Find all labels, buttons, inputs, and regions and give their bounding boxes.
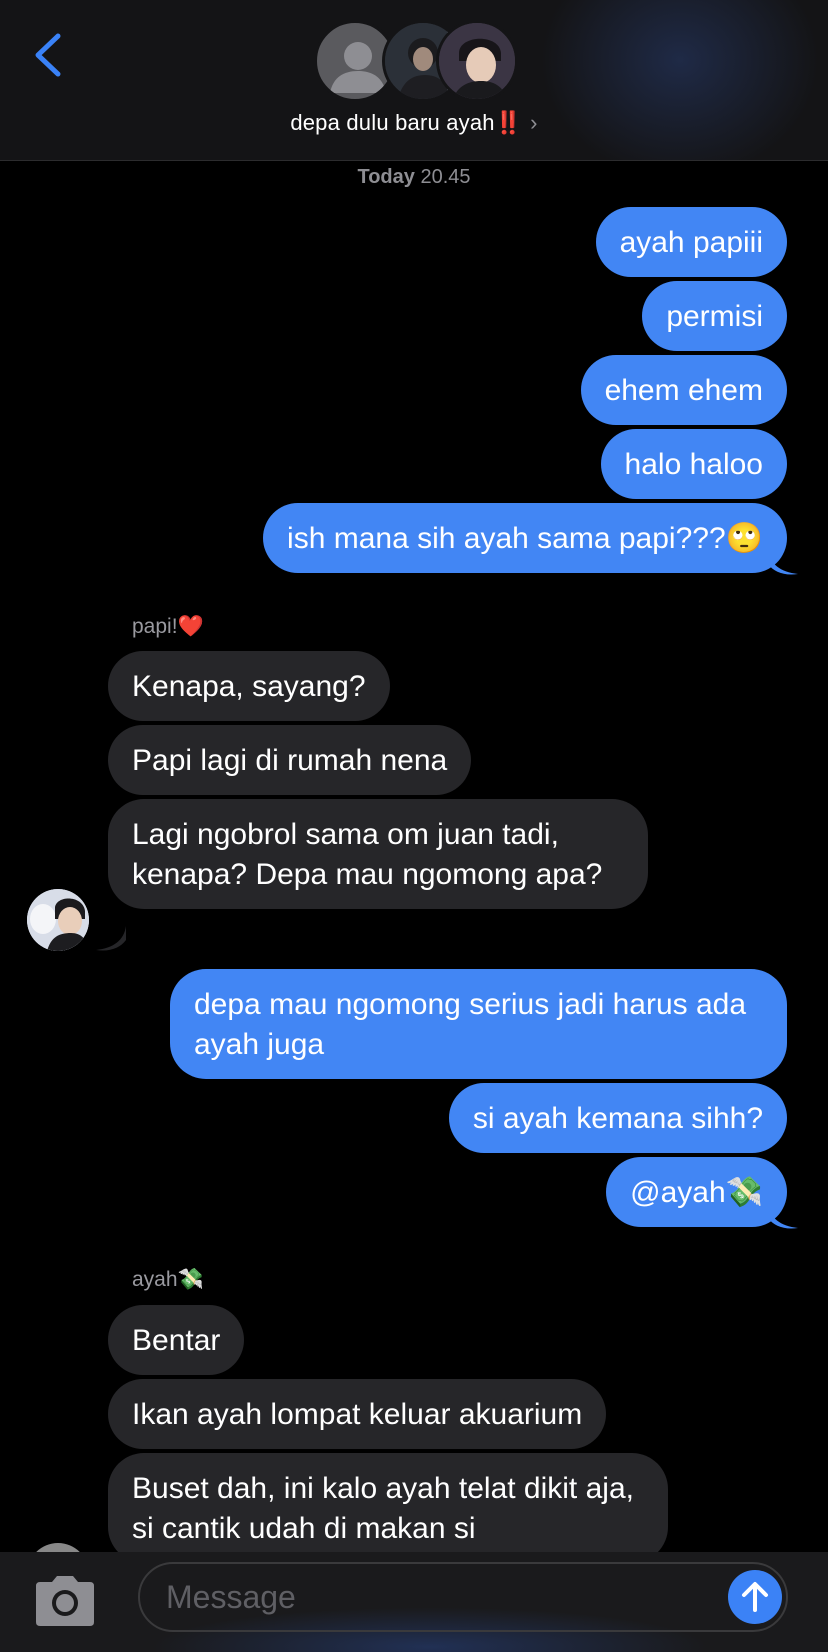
camera-icon[interactable] (32, 1574, 98, 1628)
outgoing-message[interactable]: permisi (642, 281, 787, 351)
timestamp: Today 20.45 (0, 166, 828, 189)
incoming-message[interactable]: Bentar (108, 1305, 245, 1375)
outgoing-message[interactable]: depa mau ngomong serius jadi harus ada a… (170, 969, 787, 1079)
conversation-header: depa dulu baru ayah‼️ › (0, 0, 828, 161)
sender-name: ayah💸 (132, 1268, 204, 1291)
back-chevron-icon[interactable] (28, 28, 68, 82)
incoming-message[interactable]: Papi lagi di rumah nena (108, 725, 472, 795)
outgoing-message[interactable]: halo haloo (600, 429, 787, 499)
member-photo-avatar (436, 20, 518, 102)
incoming-message[interactable]: Lagi ngobrol sama om juan tadi, kenapa? … (108, 799, 648, 909)
header-glow (540, 0, 820, 160)
message-input[interactable] (138, 1562, 788, 1632)
sender-avatar[interactable] (27, 889, 89, 951)
outgoing-message[interactable]: ayah papiii (595, 207, 787, 277)
incoming-message[interactable]: Ikan ayah lompat keluar akuarium (108, 1379, 607, 1449)
timestamp-time: 20.45 (420, 166, 471, 188)
bubble-tail (96, 926, 126, 951)
outgoing-message[interactable]: @ayah💸 (606, 1157, 787, 1227)
group-title[interactable]: depa dulu baru ayah‼️ › (0, 110, 828, 136)
send-arrow-icon (742, 1582, 768, 1612)
chevron-right-icon: › (530, 110, 538, 135)
timestamp-day: Today (357, 166, 415, 188)
bubble-tail (768, 1204, 798, 1229)
send-button[interactable] (728, 1570, 782, 1624)
composer-bar (0, 1552, 828, 1652)
sender-name: papi!❤️ (132, 615, 204, 638)
incoming-message[interactable]: Kenapa, sayang? (108, 651, 390, 721)
incoming-message[interactable]: Buset dah, ini kalo ayah telat dikit aja… (108, 1453, 668, 1563)
bubble-tail (768, 550, 798, 575)
outgoing-message[interactable]: si ayah kemana sihh? (448, 1083, 787, 1153)
group-avatars[interactable] (314, 20, 518, 104)
double-exclamation-emoji: ‼️ (494, 110, 522, 135)
outgoing-message[interactable]: ehem ehem (580, 355, 787, 425)
group-name: depa dulu baru ayah (290, 110, 495, 135)
outgoing-message[interactable]: ish mana sih ayah sama papi???🙄 (263, 503, 787, 573)
